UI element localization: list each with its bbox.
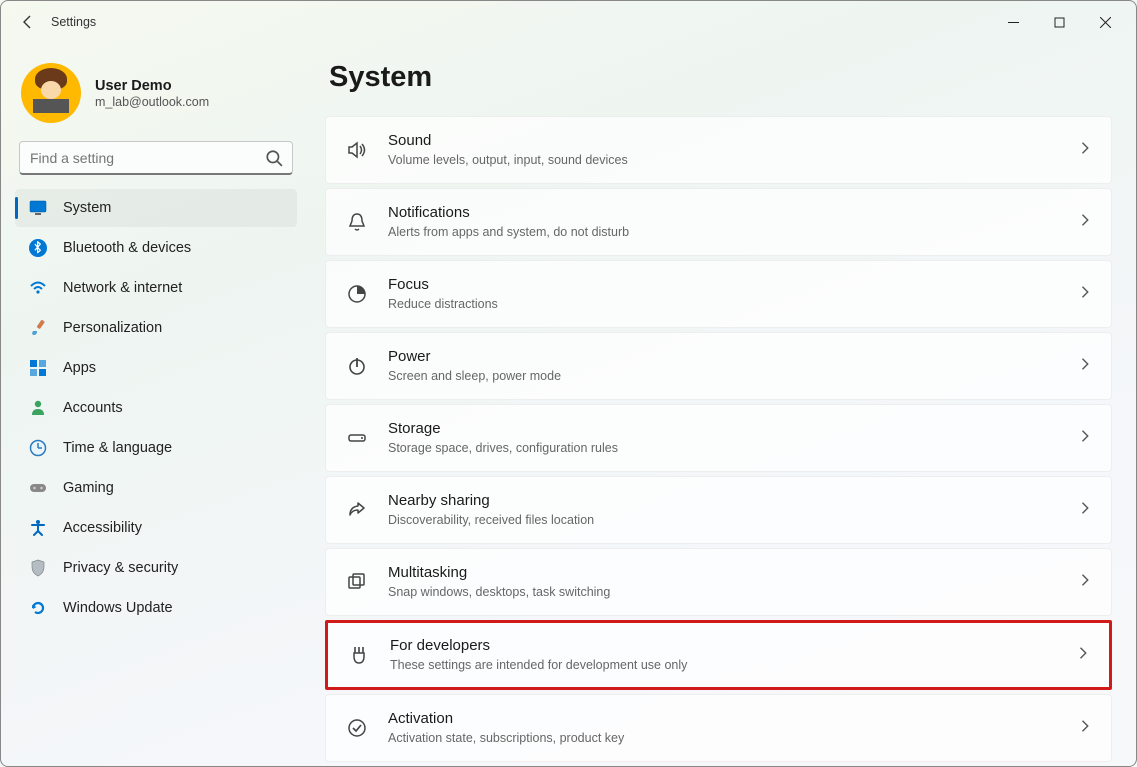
sidebar-item-label: Accounts [63, 400, 123, 416]
wrench-icon [346, 642, 372, 668]
apps-icon [29, 359, 47, 377]
sidebar-item-label: Apps [63, 360, 96, 376]
chevron-right-icon [1079, 429, 1093, 448]
sidebar-item-label: Network & internet [63, 280, 182, 296]
settings-item-title: Sound [388, 131, 628, 151]
chevron-right-icon [1079, 719, 1093, 738]
page-title: System [329, 61, 1112, 94]
sidebar-item-privacy[interactable]: Privacy & security [15, 549, 297, 587]
share-icon [344, 497, 370, 523]
sound-icon [344, 137, 370, 163]
nav: System Bluetooth & devices Network & inter… [15, 189, 297, 627]
settings-item-title: Multitasking [388, 563, 610, 583]
settings-item-notifications[interactable]: NotificationsAlerts from apps and system… [325, 188, 1112, 256]
monitor-icon [29, 199, 47, 217]
settings-item-desc: Reduce distractions [388, 296, 498, 313]
sidebar-item-label: Bluetooth & devices [63, 240, 191, 256]
search-icon [265, 149, 283, 167]
settings-item-activation[interactable]: ActivationActivation state, subscription… [325, 694, 1112, 762]
window-title: Settings [51, 15, 96, 29]
sidebar-item-system[interactable]: System [15, 189, 297, 227]
accessibility-icon [29, 519, 47, 537]
multitask-icon [344, 569, 370, 595]
sidebar-item-apps[interactable]: Apps [15, 349, 297, 387]
settings-item-desc: Discoverability, received files location [388, 512, 594, 529]
sidebar-item-label: Accessibility [63, 520, 142, 536]
settings-item-title: Nearby sharing [388, 491, 594, 511]
sidebar-item-personalization[interactable]: Personalization [15, 309, 297, 347]
person-icon [29, 399, 47, 417]
settings-item-title: For developers [390, 636, 687, 656]
chevron-right-icon [1079, 213, 1093, 232]
sidebar-item-label: Privacy & security [63, 560, 178, 576]
bell-icon [344, 209, 370, 235]
clock-icon [29, 439, 47, 457]
settings-item-title: Power [388, 347, 561, 367]
settings-item-title: Focus [388, 275, 498, 295]
refresh-icon [29, 599, 47, 617]
search-input[interactable] [19, 141, 293, 175]
settings-item-desc: Snap windows, desktops, task switching [388, 584, 610, 601]
sidebar-item-label: Windows Update [63, 600, 173, 616]
settings-item-desc: Volume levels, output, input, sound devi… [388, 152, 628, 169]
chevron-right-icon [1079, 141, 1093, 160]
settings-item-sound[interactable]: SoundVolume levels, output, input, sound… [325, 116, 1112, 184]
user-email: m_lab@outlook.com [95, 95, 209, 109]
sidebar-item-time[interactable]: Time & language [15, 429, 297, 467]
avatar [21, 63, 81, 123]
chevron-right-icon [1079, 501, 1093, 520]
window-close-button[interactable] [1082, 6, 1128, 38]
chevron-right-icon [1079, 357, 1093, 376]
window-maximize-button[interactable] [1036, 6, 1082, 38]
settings-item-storage[interactable]: StorageStorage space, drives, configurat… [325, 404, 1112, 472]
search-container [19, 141, 293, 175]
chevron-right-icon [1079, 285, 1093, 304]
chevron-right-icon [1079, 573, 1093, 592]
sidebar-item-label: System [63, 200, 111, 216]
settings-item-desc: Storage space, drives, configuration rul… [388, 440, 618, 457]
user-block[interactable]: User Demo m_lab@outlook.com [15, 57, 297, 141]
sidebar-item-accounts[interactable]: Accounts [15, 389, 297, 427]
settings-item-title: Notifications [388, 203, 629, 223]
brush-icon [29, 319, 47, 337]
settings-item-title: Storage [388, 419, 618, 439]
sidebar-item-bluetooth[interactable]: Bluetooth & devices [15, 229, 297, 267]
wifi-icon [29, 279, 47, 297]
titlebar: Settings [1, 1, 1136, 43]
check-circle-icon [344, 715, 370, 741]
back-button[interactable] [9, 3, 47, 41]
settings-item-desc: Screen and sleep, power mode [388, 368, 561, 385]
power-icon [344, 353, 370, 379]
settings-item-focus[interactable]: FocusReduce distractions [325, 260, 1112, 328]
focus-icon [344, 281, 370, 307]
window-minimize-button[interactable] [990, 6, 1036, 38]
chevron-right-icon [1077, 646, 1091, 665]
settings-item-desc: Alerts from apps and system, do not dist… [388, 224, 629, 241]
sidebar-item-gaming[interactable]: Gaming [15, 469, 297, 507]
shield-icon [29, 559, 47, 577]
sidebar-item-update[interactable]: Windows Update [15, 589, 297, 627]
sidebar-item-label: Time & language [63, 440, 172, 456]
settings-item-power[interactable]: PowerScreen and sleep, power mode [325, 332, 1112, 400]
sidebar: User Demo m_lab@outlook.com System Blueto… [1, 43, 311, 766]
settings-item-multitasking[interactable]: MultitaskingSnap windows, desktops, task… [325, 548, 1112, 616]
sidebar-item-label: Gaming [63, 480, 114, 496]
bluetooth-icon [29, 239, 47, 257]
gamepad-icon [29, 479, 47, 497]
settings-item-desc: Activation state, subscriptions, product… [388, 730, 624, 747]
user-name: User Demo [95, 77, 209, 96]
settings-item-title: Activation [388, 709, 624, 729]
settings-item-desc: These settings are intended for developm… [390, 657, 687, 674]
drive-icon [344, 425, 370, 451]
sidebar-item-accessibility[interactable]: Accessibility [15, 509, 297, 547]
main: System SoundVolume levels, output, input… [311, 43, 1136, 766]
sidebar-item-network[interactable]: Network & internet [15, 269, 297, 307]
sidebar-item-label: Personalization [63, 320, 162, 336]
settings-item-developers[interactable]: For developersThese settings are intende… [325, 620, 1112, 690]
settings-item-nearby[interactable]: Nearby sharingDiscoverability, received … [325, 476, 1112, 544]
